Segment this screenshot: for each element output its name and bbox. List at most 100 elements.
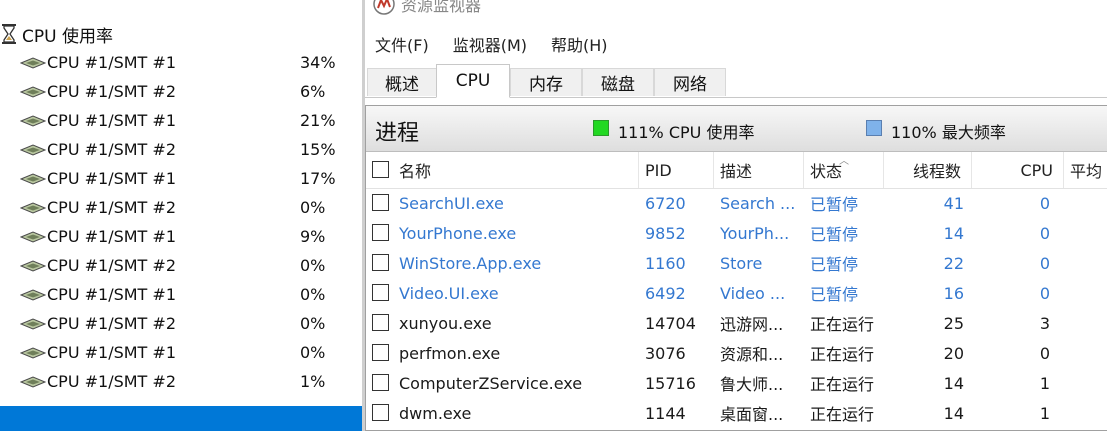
- processor-chip-icon: [20, 115, 46, 127]
- process-checkbox[interactable]: [372, 314, 389, 331]
- column-cpu[interactable]: CPU: [972, 152, 1064, 188]
- process-description: 鲁大师...: [720, 375, 784, 394]
- core-row[interactable]: CPU #1/SMT #2 1%: [0, 367, 362, 396]
- tab-cpu[interactable]: CPU: [436, 64, 510, 98]
- core-usage-value: 6%: [300, 82, 326, 101]
- core-name: CPU #1/SMT #2: [47, 256, 176, 275]
- cpu-usage-pane: CPU 使用率 CPU #1/SMT #1 34% CPU #1/SMT #2 6% C…: [0, 0, 362, 431]
- core-list: CPU #1/SMT #1 34% CPU #1/SMT #2 6% CPU #1/SM…: [0, 48, 362, 396]
- core-usage-value: 15%: [300, 140, 336, 159]
- menu-file[interactable]: 文件(F): [373, 32, 431, 56]
- processor-chip-icon: [20, 202, 46, 214]
- column-average[interactable]: 平均: [1064, 152, 1107, 188]
- process-checkbox[interactable]: [372, 374, 389, 391]
- title-bar: 资源监视器: [365, 0, 481, 18]
- core-name: CPU #1/SMT #1: [47, 227, 176, 246]
- menu-bar: 文件(F) 监视器(M) 帮助(H): [365, 30, 622, 58]
- process-checkbox[interactable]: [372, 404, 389, 421]
- tab-bar: 概述 CPU 内存 磁盘 网络: [365, 64, 1107, 98]
- process-row[interactable]: xunyou.exe 14704 迅游网... 正在运行 25 3: [366, 308, 1107, 338]
- process-checkbox[interactable]: [372, 254, 389, 271]
- core-row[interactable]: CPU #1/SMT #1 21%: [0, 106, 362, 135]
- process-checkbox[interactable]: [372, 194, 389, 211]
- process-description: 迅游网...: [720, 315, 784, 334]
- core-usage-value: 0%: [300, 256, 326, 275]
- process-row[interactable]: SearchUI.exe 6720 Search ... 已暂停 41 0: [366, 188, 1107, 218]
- process-row[interactable]: WinStore.App.exe 1160 Store 已暂停 22 0: [366, 248, 1107, 278]
- process-threads: 14: [943, 403, 964, 423]
- column-name[interactable]: 名称: [393, 152, 639, 188]
- processor-chip-icon: [20, 86, 46, 98]
- column-description[interactable]: 描述: [714, 152, 804, 188]
- process-row[interactable]: perfmon.exe 3076 资源和... 正在运行 20 0: [366, 338, 1107, 368]
- cpu-usage-stat: 111% CPU 使用率: [618, 123, 755, 142]
- process-row[interactable]: Video.UI.exe 6492 Video ... 已暂停 16 0: [366, 278, 1107, 308]
- core-usage-value: 34%: [300, 53, 336, 72]
- core-row[interactable]: CPU #1/SMT #2 6%: [0, 77, 362, 106]
- process-average-cpu: [1068, 338, 1107, 368]
- process-description: 资源和...: [720, 345, 784, 364]
- core-usage-value: 0%: [300, 285, 326, 304]
- process-pid: 3076: [645, 343, 686, 363]
- process-name: xunyou.exe: [399, 313, 492, 333]
- cpu-usage-header[interactable]: CPU 使用率: [0, 22, 113, 47]
- process-average-cpu: [1068, 188, 1107, 218]
- tab-memory-label: 内存: [529, 75, 563, 95]
- process-row[interactable]: ComputerZService.exe 15716 鲁大师... 正在运行 14 1: [366, 368, 1107, 398]
- menu-help[interactable]: 帮助(H): [549, 32, 610, 56]
- process-pid: 14704: [645, 313, 696, 333]
- core-name: CPU #1/SMT #1: [47, 343, 176, 362]
- max-frequency-swatch: [866, 120, 882, 136]
- menu-monitor[interactable]: 监视器(M): [451, 32, 529, 56]
- column-pid-label: PID: [645, 160, 672, 180]
- core-row[interactable]: CPU #1/SMT #2 15%: [0, 135, 362, 164]
- core-row[interactable]: CPU #1/SMT #2 0%: [0, 193, 362, 222]
- process-row[interactable]: YourPhone.exe 9852 YourPh... 已暂停 14 0: [366, 218, 1107, 248]
- core-name: CPU #1/SMT #1: [47, 111, 176, 130]
- process-pid: 1144: [645, 403, 686, 423]
- select-all-checkbox[interactable]: [372, 161, 389, 178]
- core-usage-value: 9%: [300, 227, 326, 246]
- column-status-label: 状态: [810, 162, 843, 181]
- resource-monitor-logo-icon: [373, 0, 395, 15]
- core-usage-value: 0%: [300, 314, 326, 333]
- core-row[interactable]: CPU #1/SMT #1 34%: [0, 48, 362, 77]
- process-name: YourPhone.exe: [399, 223, 517, 243]
- max-frequency-stat: 110% 最大频率: [891, 123, 1006, 142]
- tab-overview[interactable]: 概述: [367, 68, 437, 96]
- core-row[interactable]: CPU #1/SMT #1 9%: [0, 222, 362, 251]
- process-checkbox[interactable]: [372, 284, 389, 301]
- process-section-header[interactable]: 进程 111% CPU 使用率 110% 最大频率: [366, 106, 1107, 152]
- tab-network[interactable]: 网络: [654, 68, 726, 96]
- process-cpu: 0: [1039, 193, 1050, 213]
- process-cpu: 1: [1039, 373, 1050, 393]
- process-checkbox[interactable]: [372, 344, 389, 361]
- column-threads[interactable]: 线程数: [884, 152, 972, 188]
- tab-disk[interactable]: 磁盘: [582, 68, 654, 96]
- selected-row-highlight[interactable]: [0, 406, 362, 431]
- process-name: ComputerZService.exe: [399, 373, 583, 393]
- process-status: 正在运行: [810, 345, 875, 364]
- core-row[interactable]: CPU #1/SMT #1 0%: [0, 338, 362, 367]
- process-checkbox[interactable]: [372, 224, 389, 241]
- tab-memory[interactable]: 内存: [510, 68, 582, 96]
- process-average-cpu: [1068, 308, 1107, 338]
- column-pid[interactable]: PID: [639, 152, 714, 188]
- process-row[interactable]: dwm.exe 1144 桌面窗... 正在运行 14 1: [366, 398, 1107, 428]
- core-name: CPU #1/SMT #1: [47, 285, 176, 304]
- processor-chip-icon: [20, 289, 46, 301]
- process-status: 正在运行: [810, 375, 875, 394]
- process-status: 正在运行: [810, 315, 875, 334]
- core-row[interactable]: CPU #1/SMT #2 0%: [0, 309, 362, 338]
- processor-chip-icon: [20, 57, 46, 69]
- process-name: Video.UI.exe: [399, 283, 499, 303]
- core-row[interactable]: CPU #1/SMT #1 17%: [0, 164, 362, 193]
- process-status: 已暂停: [810, 225, 859, 244]
- column-cpu-label: CPU: [1020, 160, 1053, 180]
- core-row[interactable]: CPU #1/SMT #1 0%: [0, 280, 362, 309]
- core-row[interactable]: CPU #1/SMT #2 0%: [0, 251, 362, 280]
- process-description: Store: [720, 253, 763, 273]
- hourglass-icon: [2, 24, 16, 44]
- processor-chip-icon: [20, 231, 46, 243]
- tab-disk-label: 磁盘: [601, 75, 635, 95]
